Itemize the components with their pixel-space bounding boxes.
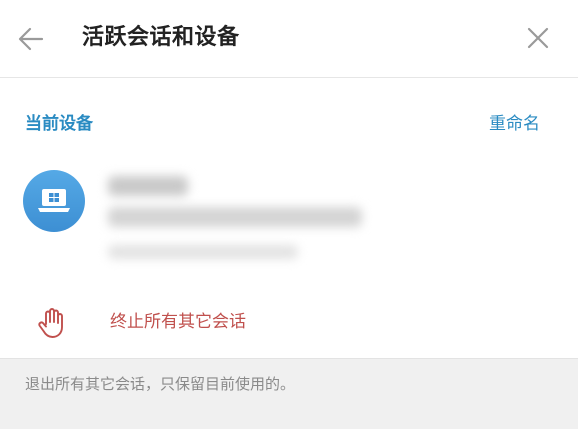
laptop-icon bbox=[38, 189, 70, 212]
device-name-redacted bbox=[108, 176, 188, 196]
back-button[interactable] bbox=[14, 22, 48, 56]
arrow-left-icon bbox=[18, 27, 44, 51]
terminate-label: 终止所有其它会话 bbox=[110, 312, 246, 332]
footer-hint: 退出所有其它会话，只保留目前使用的。 bbox=[25, 375, 296, 393]
hand-stop-icon bbox=[38, 308, 63, 338]
device-meta-redacted bbox=[108, 245, 298, 259]
close-button[interactable] bbox=[520, 20, 556, 56]
header: 活跃会话和设备 bbox=[0, 0, 578, 78]
device-avatar bbox=[23, 170, 85, 232]
close-icon bbox=[527, 27, 549, 49]
section-title-current-device: 当前设备 bbox=[25, 114, 93, 134]
footer-hint-area: 退出所有其它会话，只保留目前使用的。 bbox=[0, 358, 578, 429]
device-details-redacted bbox=[108, 207, 362, 227]
rename-button[interactable]: 重命名 bbox=[489, 112, 540, 136]
page-title: 活跃会话和设备 bbox=[82, 25, 240, 50]
terminate-other-sessions-button[interactable]: 终止所有其它会话 bbox=[0, 292, 578, 354]
